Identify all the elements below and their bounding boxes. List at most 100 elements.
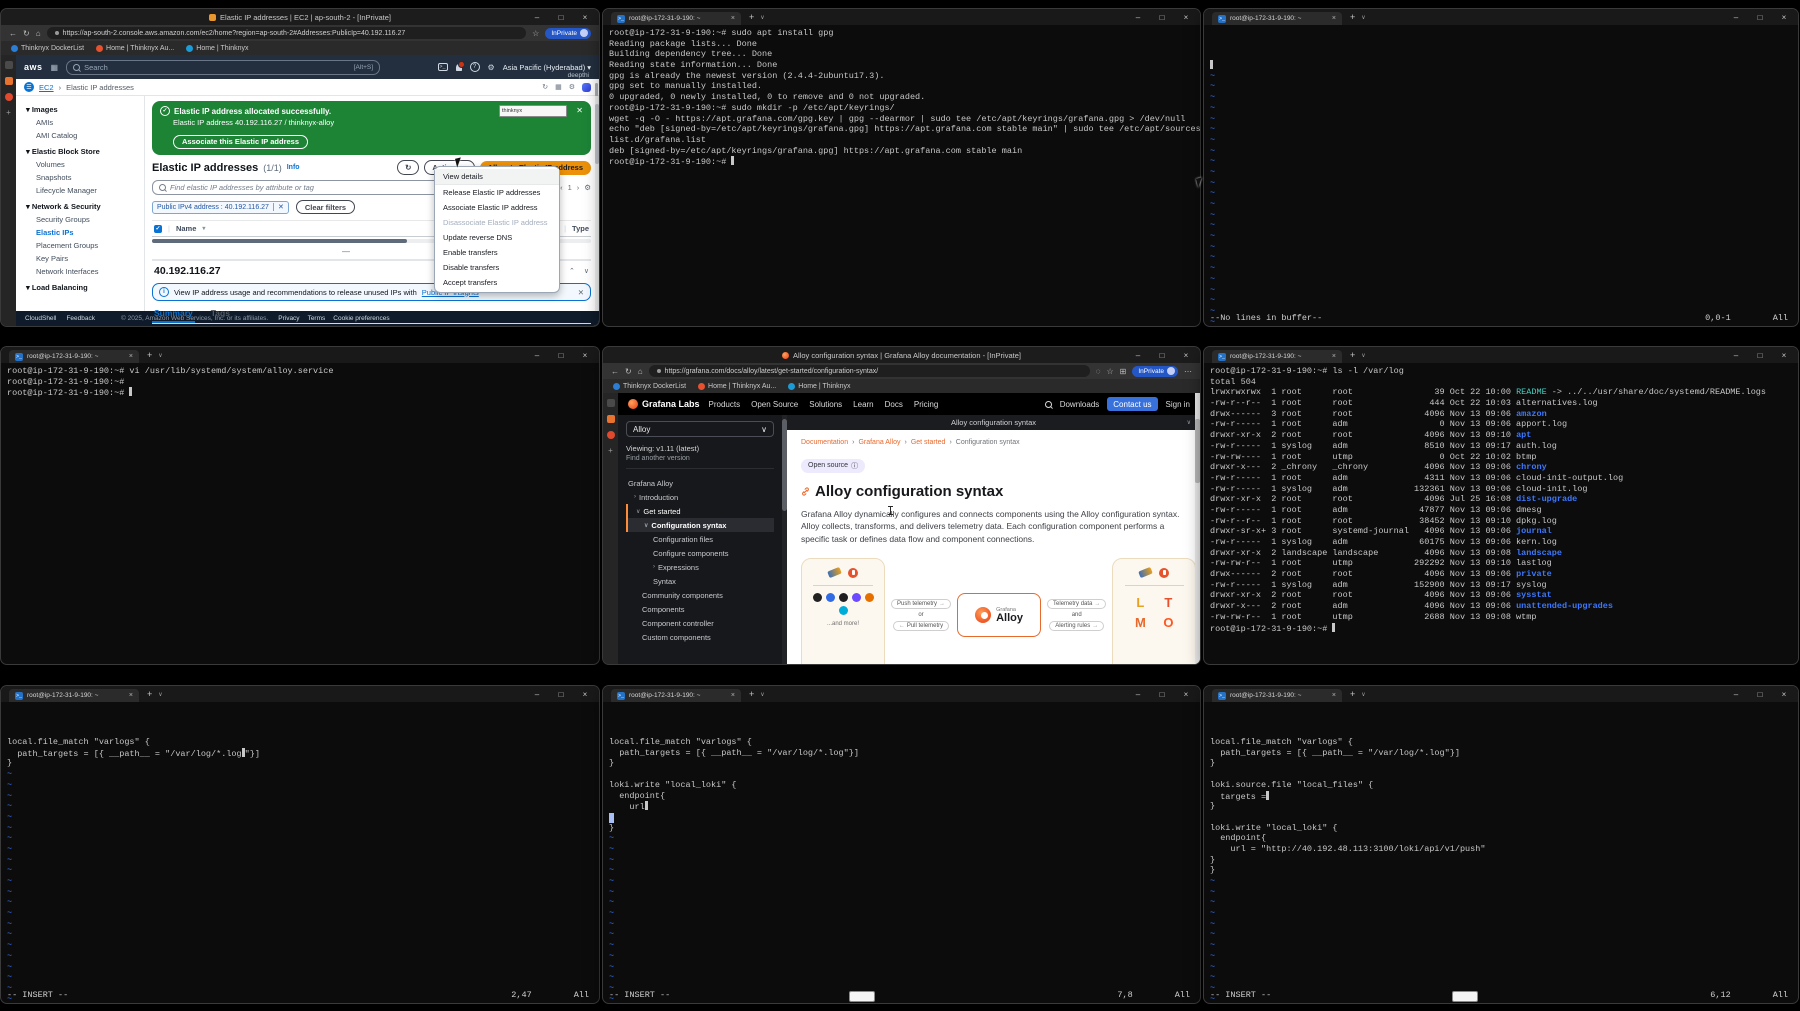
- close-icon[interactable]: ×: [573, 13, 597, 22]
- account-name[interactable]: deepthi: [568, 72, 589, 79]
- breadcrumb-item[interactable]: Get started: [911, 439, 946, 446]
- inprivate-badge[interactable]: InPrivate: [1132, 365, 1178, 377]
- tab-close-icon[interactable]: ×: [129, 353, 133, 360]
- sidebar-item[interactable]: Snapshots: [26, 171, 144, 184]
- terminal-tab[interactable]: >_ root@ip-172-31-9-190: ~ ×: [9, 350, 139, 363]
- close-icon[interactable]: ×: [1174, 690, 1198, 699]
- sidebar-item[interactable]: AMI Catalog: [26, 129, 144, 142]
- find-version-link[interactable]: Find another version: [626, 455, 774, 469]
- add-sidebar-item-icon[interactable]: +: [6, 109, 11, 117]
- notifications-bell-icon[interactable]: [455, 60, 465, 71]
- nav-item[interactable]: Solutions: [809, 400, 842, 409]
- tab-tags[interactable]: Tags: [209, 306, 232, 323]
- column-name[interactable]: Name: [176, 224, 196, 233]
- tab-dropdown-icon[interactable]: ∨: [1361, 352, 1365, 359]
- doc-tree-item[interactable]: Configuration files: [626, 532, 774, 546]
- terminal-tab[interactable]: >_ root@ip-172-31-9-190: ~ ×: [1212, 689, 1342, 702]
- sidebar-section[interactable]: ▾ Elastic Block Store: [26, 147, 144, 156]
- tab-close-icon[interactable]: ×: [129, 692, 133, 699]
- doc-tree-item[interactable]: Syntax: [626, 574, 774, 588]
- aws-search-input[interactable]: Search [Alt+S]: [66, 59, 381, 75]
- pinned-site-icon[interactable]: [4, 93, 13, 101]
- nav-item[interactable]: Pricing: [914, 400, 938, 409]
- more-menu-icon[interactable]: ⋯: [1184, 367, 1192, 376]
- doc-tree-item[interactable]: Custom components: [626, 630, 774, 644]
- history-icon[interactable]: ↻: [542, 83, 548, 91]
- nav-item[interactable]: Learn: [853, 400, 873, 409]
- address-bar[interactable]: https://ap-south-2.console.aws.amazon.co…: [46, 27, 527, 39]
- tab-dropdown-icon[interactable]: ∨: [158, 691, 162, 698]
- restore-icon[interactable]: □: [1748, 690, 1772, 699]
- tab-dropdown-icon[interactable]: ∨: [760, 14, 764, 21]
- menu-item[interactable]: Update reverse DNS: [435, 230, 559, 245]
- section-header-bar[interactable]: Alloy configuration syntax ∨: [787, 415, 1200, 430]
- tab-close-icon[interactable]: ×: [1332, 692, 1336, 699]
- sidebar-item[interactable]: Elastic IPs: [26, 226, 144, 239]
- filter-chip[interactable]: Public IPv4 address : 40.192.116.27 ✕: [152, 200, 289, 214]
- sidebar-item[interactable]: Placement Groups: [26, 239, 144, 252]
- new-tab-icon[interactable]: +: [749, 689, 754, 699]
- restore-icon[interactable]: □: [1748, 13, 1772, 22]
- nav-item[interactable]: Docs: [885, 400, 903, 409]
- feedback-link[interactable]: Feedback: [66, 315, 95, 322]
- page-scrollbar[interactable]: [1195, 393, 1200, 664]
- minimize-icon[interactable]: –: [525, 690, 549, 699]
- panel-collapse-icon[interactable]: ∨: [584, 267, 589, 275]
- new-tab-icon[interactable]: +: [1350, 350, 1355, 360]
- tab-dropdown-icon[interactable]: ∨: [1361, 691, 1365, 698]
- tab-close-icon[interactable]: ×: [1332, 15, 1336, 22]
- contact-us-button[interactable]: Contact us: [1107, 397, 1158, 411]
- bookmark[interactable]: Thinknyx DockerList: [11, 44, 84, 52]
- minimize-icon[interactable]: –: [1724, 351, 1748, 360]
- next-page-icon[interactable]: ›: [577, 183, 580, 192]
- menu-item[interactable]: Disassociate Elastic IP address: [435, 215, 559, 230]
- new-tab-icon[interactable]: +: [147, 350, 152, 360]
- vim-buffer[interactable]: --No lines in buffer-- 0,0-1 All ~ ~ ~ ~ ~ ~ ~…: [1204, 25, 1798, 326]
- bookmark[interactable]: Home | Thinknyx Au...: [96, 44, 174, 52]
- vim-buffer[interactable]: -- INSERT -- 2,47 All local.file_match "…: [1, 702, 599, 1003]
- new-tab-icon[interactable]: +: [147, 689, 152, 699]
- bookmark[interactable]: Home | Thinknyx Au...: [698, 382, 776, 390]
- menu-item[interactable]: Accept transfers: [435, 275, 559, 290]
- close-icon[interactable]: ×: [1772, 13, 1796, 22]
- restore-icon[interactable]: □: [1748, 351, 1772, 360]
- close-icon[interactable]: ×: [573, 351, 597, 360]
- restore-icon[interactable]: □: [549, 13, 573, 22]
- pinned-site-icon[interactable]: [4, 77, 13, 85]
- doc-tree-item[interactable]: Grafana Alloy: [626, 476, 774, 490]
- address-bar[interactable]: https://grafana.com/docs/alloy/latest/ge…: [648, 365, 1090, 377]
- doc-tree-item[interactable]: ∨ Get started: [626, 504, 774, 518]
- sidebar-section[interactable]: ▾ Network & Security: [26, 202, 144, 211]
- sidebar-section[interactable]: ▾ Load Balancing: [26, 283, 144, 292]
- home-icon[interactable]: ⌂: [36, 29, 41, 38]
- nav-item[interactable]: Products: [709, 400, 741, 409]
- bookmark[interactable]: Home | Thinknyx: [788, 382, 851, 390]
- terminal-output[interactable]: root@ip-172-31-9-190:~# ls -l /var/log to…: [1204, 363, 1798, 664]
- tab-dropdown-icon[interactable]: ∨: [158, 352, 162, 359]
- new-tab-icon[interactable]: +: [1350, 689, 1355, 699]
- doc-tree-item[interactable]: Component controller: [626, 616, 774, 630]
- layout-icon[interactable]: ▦: [555, 83, 562, 91]
- restore-icon[interactable]: □: [1150, 690, 1174, 699]
- tab-summary[interactable]: Summary: [152, 306, 195, 323]
- info-icon[interactable]: ⓘ: [851, 461, 858, 471]
- doc-tree-item[interactable]: › Expressions: [626, 560, 774, 574]
- add-sidebar-item-icon[interactable]: +: [608, 447, 613, 455]
- doc-tree-item[interactable]: Community components: [626, 588, 774, 602]
- info-link[interactable]: Info: [287, 164, 300, 171]
- minimize-icon[interactable]: –: [1126, 13, 1150, 22]
- doc-tree-item[interactable]: Configure components: [626, 546, 774, 560]
- associate-eip-button[interactable]: Associate this Elastic IP address: [173, 134, 309, 149]
- select-all-checkbox[interactable]: ✓: [154, 224, 162, 233]
- terminal-tab[interactable]: >_ root@ip-172-31-9-190: ~ ×: [611, 12, 741, 25]
- close-icon[interactable]: ×: [1772, 351, 1796, 360]
- inprivate-badge[interactable]: InPrivate: [545, 27, 591, 39]
- region-selector[interactable]: Asia Pacific (Hyderabad) ▾: [503, 63, 591, 72]
- sidebar-section[interactable]: ▾ Images: [26, 105, 144, 114]
- favorite-star-icon[interactable]: ☆: [1106, 367, 1113, 376]
- breadcrumb-item[interactable]: Configuration syntax: [956, 439, 1020, 446]
- terminal-tab[interactable]: >_ root@ip-172-31-9-190: ~ ×: [611, 689, 741, 702]
- close-icon[interactable]: ×: [573, 690, 597, 699]
- refresh-icon[interactable]: ↻: [625, 367, 632, 376]
- restore-icon[interactable]: □: [549, 351, 573, 360]
